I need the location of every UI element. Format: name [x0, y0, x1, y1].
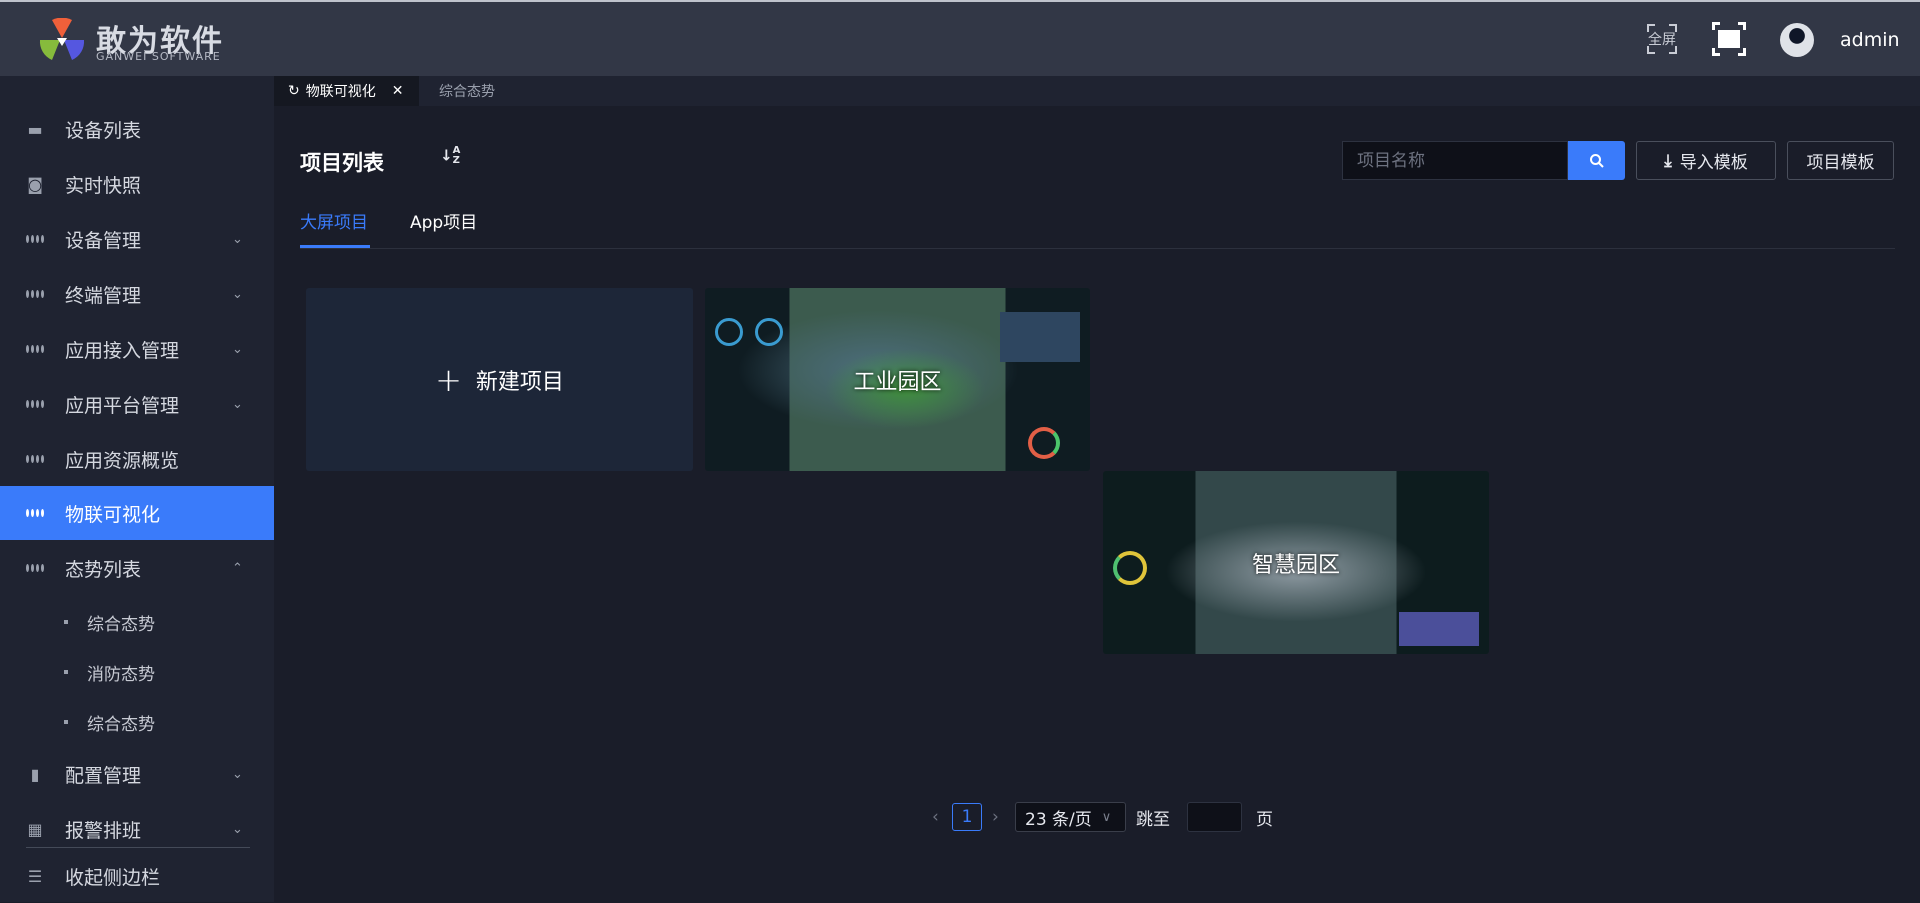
camera-icon: ◙ [27, 174, 43, 194]
chevron-down-icon: ⌄ [232, 286, 243, 302]
fullscreen-icon[interactable] [1712, 22, 1746, 56]
clover-icon [26, 395, 44, 413]
sidebar-subitem-overall[interactable]: 综合态势 [0, 602, 274, 642]
page-title: 项目列表 [300, 151, 384, 175]
jump-label: 跳至 [1136, 809, 1170, 830]
sidebar-divider [26, 847, 250, 848]
monitor-icon: ▬ [27, 119, 43, 139]
collapse-sidebar-button[interactable]: ☰ 收起侧边栏 [0, 849, 274, 903]
project-card-smart-park[interactable]: 智慧园区 [1103, 471, 1489, 654]
clover-icon [26, 340, 44, 358]
collapse-menu-icon: ☰ [27, 866, 43, 886]
page-1-button[interactable]: 1 [952, 803, 982, 831]
sidebar-item-app-platform[interactable]: 应用平台管理 ⌄ [0, 377, 274, 431]
chevron-up-icon: ⌃ [232, 560, 243, 576]
clover-icon [26, 230, 44, 248]
search-button[interactable] [1568, 141, 1625, 180]
new-project-card[interactable]: + 新建项目 [306, 288, 693, 471]
sidebar-item-situation-list[interactable]: 态势列表 ⌃ [0, 541, 274, 595]
project-template-button[interactable]: 项目模板 [1787, 141, 1894, 180]
tab-divider [300, 248, 1895, 249]
plus-icon: + [435, 360, 462, 399]
chevron-down-icon: ⌄ [232, 766, 243, 782]
clover-icon [26, 504, 44, 522]
sidebar-item-iot-visualization[interactable]: 物联可视化 [0, 486, 274, 540]
sidebar-subitem-fire[interactable]: 消防态势 [0, 652, 274, 692]
chevron-down-icon: ⌄ [232, 231, 243, 247]
fullscreen-text-button[interactable]: 全屏 [1645, 22, 1679, 56]
sidebar-item-resource-overview[interactable]: 应用资源概览 [0, 432, 274, 486]
clover-icon [26, 559, 44, 577]
top-header: 敢为软件 GANWEI SOFTWARE 全屏 admin [0, 0, 1920, 76]
sidebar-item-app-access[interactable]: 应用接入管理 ⌄ [0, 322, 274, 376]
tab-iot-visualization[interactable]: ↻ 物联可视化 ✕ [274, 76, 419, 106]
sidebar-item-config[interactable]: ▮ 配置管理 ⌄ [0, 747, 274, 801]
jump-page-input[interactable] [1187, 802, 1242, 832]
next-page-button[interactable]: › [992, 802, 999, 832]
tab-big-screen-projects[interactable]: 大屏项目 [300, 208, 368, 233]
project-search-input[interactable] [1342, 141, 1568, 180]
page-size-select[interactable]: 23 条/页 ∨ [1015, 802, 1126, 832]
brand-subtitle: GANWEI SOFTWARE [96, 50, 221, 63]
download-icon: ⤓ [1664, 150, 1672, 171]
page-tab-bar: ↻ 物联可视化 ✕ 综合态势 [274, 76, 1920, 106]
search-icon [1589, 153, 1604, 168]
sidebar-item-device-management[interactable]: 设备管理 ⌄ [0, 212, 274, 266]
clover-icon [26, 285, 44, 303]
username[interactable]: admin [1840, 29, 1900, 51]
page-suffix-label: 页 [1256, 809, 1273, 830]
tab-app-projects[interactable]: App项目 [410, 208, 477, 233]
sidebar-item-terminal-management[interactable]: 终端管理 ⌄ [0, 267, 274, 321]
tab-overall-situation[interactable]: 综合态势 [439, 76, 495, 106]
bookmark-icon: ▮ [30, 764, 40, 784]
sidebar: ▬ 设备列表 ◙ 实时快照 设备管理 ⌄ 终端管理 ⌄ 应用接入管理 ⌄ 应用平台管理 ⌄ … [0, 76, 274, 902]
ganwei-logo-icon [39, 18, 85, 60]
refresh-icon[interactable]: ↻ [288, 83, 300, 99]
sidebar-item-snapshot[interactable]: ◙ 实时快照 [0, 157, 274, 211]
calendar-icon: ▦ [27, 819, 43, 839]
clover-icon [26, 450, 44, 468]
chevron-down-icon: ⌄ [232, 341, 243, 357]
project-card-industrial-park[interactable]: 工业园区 [705, 288, 1090, 471]
user-avatar[interactable] [1780, 23, 1814, 57]
sidebar-item-device-list[interactable]: ▬ 设备列表 [0, 102, 274, 156]
sort-az-icon[interactable]: ↓A Z [440, 146, 460, 166]
sidebar-subitem-overall-2[interactable]: 综合态势 [0, 702, 274, 742]
chevron-down-icon: ⌄ [232, 396, 243, 412]
chevron-down-icon: ⌄ [232, 821, 243, 837]
close-icon[interactable]: ✕ [392, 83, 404, 99]
chevron-down-icon: ∨ [1101, 809, 1112, 825]
import-template-button[interactable]: ⤓ 导入模板 [1636, 141, 1776, 180]
prev-page-button[interactable]: ‹ [932, 802, 939, 832]
